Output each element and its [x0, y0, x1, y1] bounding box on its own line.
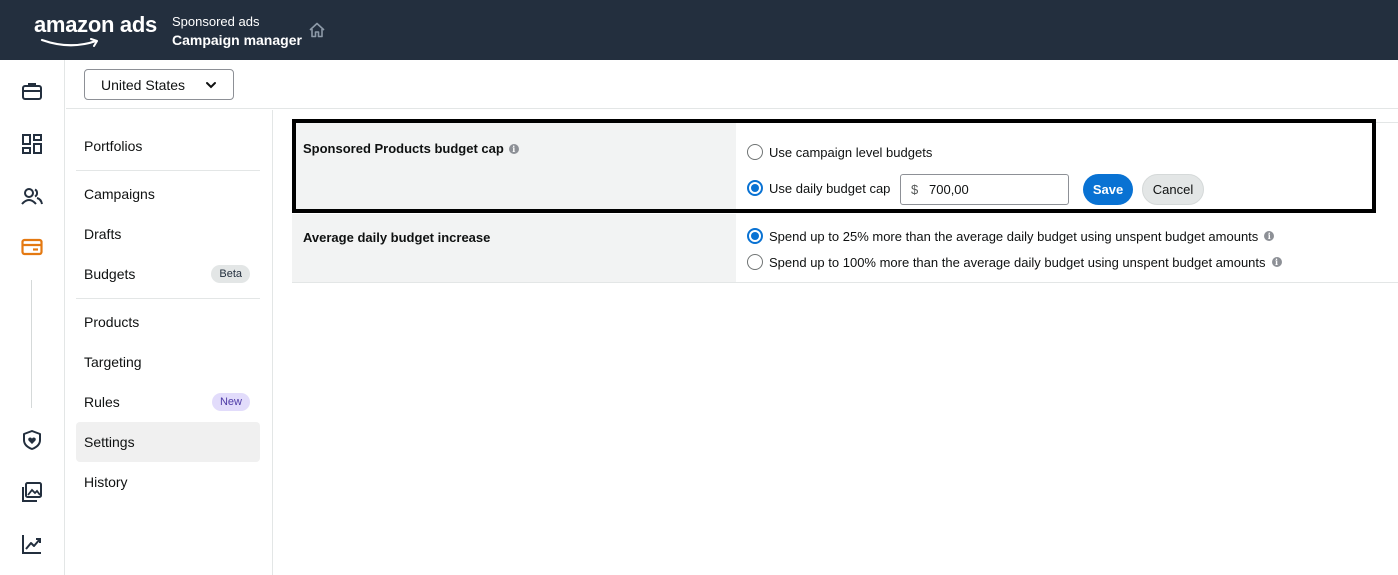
subnav-item-label: Budgets: [84, 266, 136, 282]
info-icon[interactable]: i: [1264, 231, 1275, 241]
spend-100-percent-label: Spend up to 100% more than the average d…: [769, 254, 1266, 270]
budget-cap-label: Sponsored Products budget cap i: [303, 141, 519, 156]
image-gallery-icon[interactable]: [20, 480, 44, 504]
top-header: amazon ads Sponsored ads Campaign manage…: [0, 0, 1398, 60]
campaign-level-budgets-option[interactable]: Use campaign level budgets: [747, 144, 932, 160]
shield-heart-icon[interactable]: [20, 428, 44, 452]
subnav-item-portfolios[interactable]: Portfolios: [76, 126, 260, 166]
spend-100-percent-radio[interactable]: [747, 254, 763, 270]
settings-label-cell: Average daily budget increase: [292, 214, 736, 282]
new-badge: New: [211, 393, 250, 411]
users-icon[interactable]: [20, 184, 44, 208]
daily-budget-amount-value[interactable]: 700,00: [929, 182, 969, 197]
info-icon[interactable]: i: [508, 143, 519, 154]
subnav-item-history[interactable]: History: [76, 462, 260, 502]
spend-25-percent-option[interactable]: Spend up to 25% more than the average da…: [747, 228, 1275, 244]
amazon-ads-logo[interactable]: amazon ads: [34, 12, 157, 38]
daily-budget-cap-label: Use daily budget cap: [769, 180, 891, 196]
beta-badge: Beta: [211, 265, 250, 283]
cancel-button[interactable]: Cancel: [1142, 174, 1204, 205]
daily-increase-label-text: Average daily budget increase: [303, 230, 491, 245]
dashboard-icon[interactable]: [20, 132, 44, 156]
spend-100-percent-option[interactable]: Spend up to 100% more than the average d…: [747, 254, 1282, 270]
campaign-level-budgets-radio[interactable]: [747, 144, 763, 160]
subnav-item-budgets[interactable]: Budgets Beta: [76, 254, 260, 294]
subnav-item-label: Rules: [84, 394, 120, 410]
campaign-level-budgets-label: Use campaign level budgets: [769, 144, 933, 160]
chart-line-icon[interactable]: [20, 532, 44, 556]
subnav-item-targeting[interactable]: Targeting: [76, 342, 260, 382]
marketplace-dropdown[interactable]: United States: [84, 69, 234, 100]
daily-increase-label: Average daily budget increase: [303, 230, 490, 245]
save-button[interactable]: Save: [1083, 174, 1133, 205]
chevron-down-icon: [206, 82, 216, 89]
daily-budget-cap-radio[interactable]: [747, 180, 763, 196]
product-name: Sponsored ads Campaign manager: [172, 13, 302, 49]
daily-budget-cap-option[interactable]: Use daily budget cap: [747, 180, 890, 196]
home-icon[interactable]: [308, 21, 326, 39]
global-nav-rail: [0, 60, 65, 575]
subnav-item-settings[interactable]: Settings: [76, 422, 260, 462]
subnav-item-label: Targeting: [84, 354, 142, 370]
subnav-item-label: Drafts: [84, 226, 122, 242]
campaign-manager-subnav: Portfolios Campaigns Drafts Budgets Beta…: [66, 110, 273, 575]
subnav-divider: [76, 298, 260, 299]
spend-25-percent-radio[interactable]: [747, 228, 763, 244]
subnav-item-campaigns[interactable]: Campaigns: [76, 174, 260, 214]
subnav-item-label: Campaigns: [84, 186, 155, 202]
product-subtitle: Sponsored ads: [172, 14, 260, 29]
settings-label-cell: Sponsored Products budget cap i: [292, 123, 736, 210]
settings-row-budget-cap: Sponsored Products budget cap i Use camp…: [292, 122, 1398, 210]
subnav-item-rules[interactable]: Rules New: [76, 382, 260, 422]
subnav-divider: [76, 170, 260, 171]
subnav-item-products[interactable]: Products: [76, 302, 260, 342]
rail-divider-line: [31, 280, 32, 408]
budget-cap-label-text: Sponsored Products budget cap: [303, 141, 504, 156]
amazon-smile-logo-mark: [40, 38, 98, 47]
briefcase-icon[interactable]: [20, 79, 44, 103]
product-title: Campaign manager: [172, 32, 302, 48]
subnav-item-label: Portfolios: [84, 138, 143, 154]
subnav-item-label: Products: [84, 314, 140, 330]
marketplace-selected-value: United States: [101, 76, 186, 93]
spend-25-percent-label: Spend up to 25% more than the average da…: [769, 228, 1259, 244]
subnav-item-label: Settings: [84, 434, 135, 450]
campaign-card-icon[interactable]: [20, 235, 44, 259]
info-icon[interactable]: i: [1271, 257, 1282, 267]
subnav-item-drafts[interactable]: Drafts: [76, 214, 260, 254]
marketplace-bar: United States: [66, 60, 1398, 109]
daily-budget-amount-field[interactable]: $ 700,00: [900, 174, 1069, 205]
currency-symbol: $: [911, 182, 919, 197]
settings-row-daily-increase: Average daily budget increase Spend up t…: [292, 214, 1398, 283]
subnav-item-label: History: [84, 474, 128, 490]
